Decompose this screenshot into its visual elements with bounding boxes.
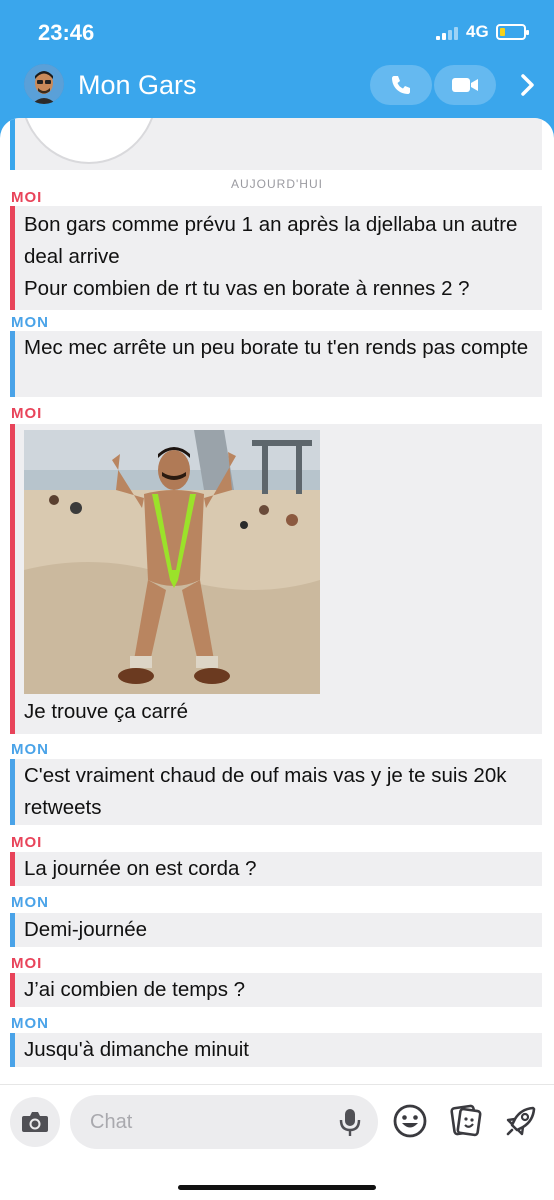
message-bubble[interactable]: J’ai combien de temps ?: [10, 973, 542, 1007]
stickers-icon[interactable]: [448, 1103, 484, 1139]
camera-button[interactable]: [10, 1097, 60, 1147]
message-accent-bar: [10, 852, 15, 886]
message-bubble[interactable]: Mec mec arrête un peu borate tu t'en ren…: [10, 331, 542, 397]
call-button[interactable]: [370, 65, 432, 105]
message-accent-bar: [10, 759, 15, 825]
message-accent-bar: [10, 1033, 15, 1067]
message-bubble[interactable]: La journée on est corda ?: [10, 852, 542, 886]
smiley-icon[interactable]: [392, 1103, 428, 1139]
sender-label: MOI: [11, 189, 43, 206]
date-separator: AUJOURD'HUI: [231, 177, 323, 191]
message-bubble[interactable]: Jusqu'à dimanche minuit: [10, 1033, 542, 1067]
message-text: La journée on est corda ?: [24, 857, 257, 880]
sender-label: MON: [11, 314, 49, 331]
video-call-button[interactable]: [434, 65, 496, 105]
message-bubble[interactable]: Je trouve ça carré: [10, 424, 542, 734]
message-accent-bar: [10, 973, 15, 1007]
message-text: Mec mec arrête un peu borate tu t'en ren…: [24, 336, 529, 359]
previous-message-bar: [10, 118, 15, 170]
chat-input[interactable]: [70, 1095, 378, 1149]
status-bar: 23:46 4G: [0, 0, 554, 62]
avatar[interactable]: [24, 64, 64, 104]
cell-signal-icon: [436, 26, 462, 40]
microphone-icon[interactable]: [336, 1107, 364, 1137]
sender-label: MOI: [11, 834, 43, 851]
sender-label: MON: [11, 1015, 49, 1032]
shared-photo[interactable]: [24, 430, 320, 694]
camera-icon: [22, 1112, 48, 1132]
message-text: Bon gars comme prévu 1 an après la djell…: [24, 213, 518, 300]
message-text: Je trouve ça carré: [24, 700, 189, 723]
message-accent-bar: [10, 206, 15, 310]
message-text: C'est vraiment chaud de ouf mais vas y j…: [24, 764, 507, 819]
status-time: 23:46: [38, 20, 95, 45]
battery-icon: [496, 24, 529, 40]
home-indicator: [178, 1185, 376, 1190]
message-accent-bar: [10, 331, 15, 397]
video-camera-icon: [452, 78, 478, 92]
conversation-title[interactable]: Mon Gars: [78, 70, 197, 101]
chat-area[interactable]: AUJOURD'HUI MOI Bon gars comme prévu 1 a…: [0, 118, 554, 1100]
chat-footer: [0, 1084, 554, 1200]
sender-label: MON: [11, 741, 49, 758]
chevron-right-icon[interactable]: [512, 70, 542, 100]
sender-label: MOI: [11, 405, 43, 422]
message-text: Jusqu'à dimanche minuit: [24, 1038, 249, 1061]
network-type: 4G: [466, 22, 489, 41]
sender-label: MOI: [11, 955, 43, 972]
message-text: Demi-journée: [24, 918, 148, 941]
message-bubble[interactable]: C'est vraiment chaud de ouf mais vas y j…: [10, 759, 542, 825]
sender-label: MON: [11, 894, 49, 911]
message-accent-bar: [10, 424, 15, 734]
phone-icon: [392, 76, 410, 94]
rocket-icon[interactable]: [503, 1103, 539, 1139]
message-text: J’ai combien de temps ?: [24, 978, 246, 1001]
message-bubble[interactable]: Bon gars comme prévu 1 an après la djell…: [10, 206, 542, 310]
message-bubble[interactable]: Demi-journée: [10, 913, 542, 947]
message-accent-bar: [10, 913, 15, 947]
